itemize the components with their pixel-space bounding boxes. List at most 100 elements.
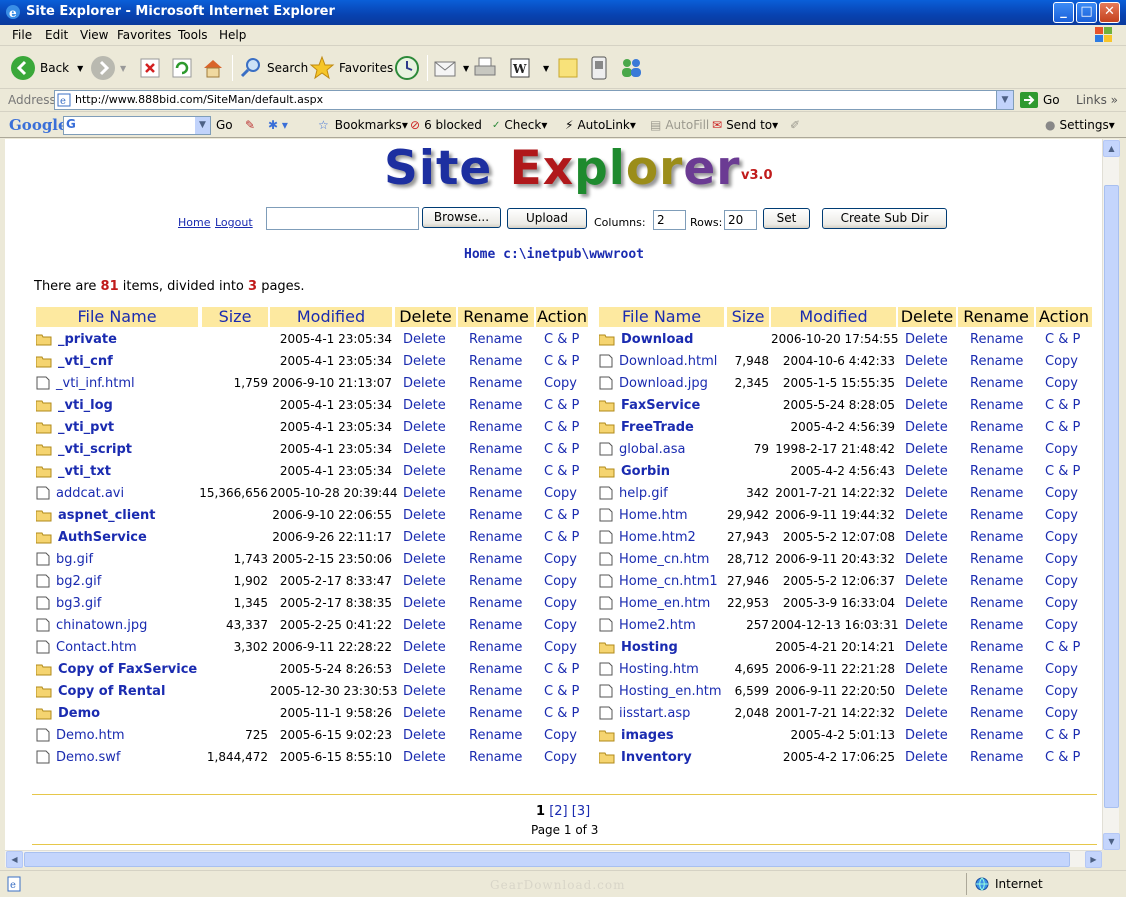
google-go-button[interactable]: Go <box>216 118 233 132</box>
folder-link[interactable]: Copy of Rental <box>35 684 165 702</box>
copy-link[interactable]: Copy <box>544 486 577 501</box>
file-link[interactable]: Contact.htm <box>36 640 137 658</box>
folder-link[interactable]: _vti_pvt <box>35 420 114 438</box>
copy-paste-link[interactable]: C & P <box>544 684 579 699</box>
delete-link[interactable]: Delete <box>403 596 446 611</box>
refresh-button[interactable] <box>170 54 194 82</box>
rename-link[interactable]: Rename <box>970 420 1023 435</box>
folder-link[interactable]: Inventory <box>598 750 692 768</box>
minimize-button[interactable]: _ <box>1053 2 1074 23</box>
copy-paste-link[interactable]: C & P <box>1045 420 1080 435</box>
copy-link[interactable]: Copy <box>544 552 577 567</box>
copy-paste-link[interactable]: C & P <box>544 332 579 347</box>
folder-link[interactable]: aspnet_client <box>35 508 156 526</box>
vertical-scroll-thumb[interactable] <box>1104 185 1119 808</box>
copy-link[interactable]: Copy <box>1045 706 1078 721</box>
chevron-down-icon[interactable]: ▼ <box>77 64 83 73</box>
rename-link[interactable]: Rename <box>970 618 1023 633</box>
copy-link[interactable]: Copy <box>1045 486 1078 501</box>
copy-paste-link[interactable]: C & P <box>544 420 579 435</box>
delete-link[interactable]: Delete <box>905 618 948 633</box>
scroll-down-arrow-icon[interactable]: ▼ <box>1103 833 1120 850</box>
copy-link[interactable]: Copy <box>544 750 577 765</box>
rows-input[interactable]: 20 <box>724 210 757 230</box>
delete-link[interactable]: Delete <box>905 530 948 545</box>
delete-link[interactable]: Delete <box>905 684 948 699</box>
rename-link[interactable]: Rename <box>469 706 522 721</box>
rename-link[interactable]: Rename <box>970 398 1023 413</box>
copy-paste-link[interactable]: C & P <box>1045 398 1080 413</box>
delete-link[interactable]: Delete <box>905 332 948 347</box>
delete-link[interactable]: Delete <box>403 486 446 501</box>
copy-paste-link[interactable]: C & P <box>544 442 579 457</box>
delete-link[interactable]: Delete <box>403 618 446 633</box>
set-button[interactable]: Set <box>763 208 810 229</box>
file-link[interactable]: _vti_inf.html <box>36 376 135 394</box>
file-link[interactable]: Download.jpg <box>599 376 708 394</box>
page-link-3[interactable]: [3] <box>572 804 590 819</box>
copy-paste-link[interactable]: C & P <box>1045 464 1080 479</box>
file-link[interactable]: Home.htm <box>599 508 688 526</box>
copy-link[interactable]: Copy <box>1045 376 1078 391</box>
home-link[interactable]: Home <box>178 216 210 229</box>
scroll-right-arrow-icon[interactable]: ▶ <box>1085 851 1102 868</box>
delete-link[interactable]: Delete <box>905 750 948 765</box>
stop-button[interactable] <box>138 54 162 82</box>
rename-link[interactable]: Rename <box>970 354 1023 369</box>
delete-link[interactable]: Delete <box>403 706 446 721</box>
delete-link[interactable]: Delete <box>403 662 446 677</box>
copy-paste-link[interactable]: C & P <box>544 530 579 545</box>
rename-link[interactable]: Rename <box>469 464 522 479</box>
rename-link[interactable]: Rename <box>970 552 1023 567</box>
delete-link[interactable]: Delete <box>403 442 446 457</box>
delete-link[interactable]: Delete <box>905 662 948 677</box>
file-link[interactable]: addcat.avi <box>36 486 124 504</box>
copy-paste-link[interactable]: C & P <box>544 398 579 413</box>
history-button[interactable] <box>394 54 420 82</box>
file-link[interactable]: Hosting.htm <box>599 662 699 680</box>
rename-link[interactable]: Rename <box>469 486 522 501</box>
header-size[interactable]: Size <box>202 307 268 327</box>
chevron-down-icon[interactable]: ▼ <box>120 64 126 73</box>
file-link[interactable]: Hosting_en.htm <box>599 684 722 702</box>
send-to-button[interactable]: ✉ Send to ▾ <box>712 118 778 132</box>
folder-link[interactable]: _vti_script <box>35 442 132 460</box>
folder-link[interactable]: FreeTrade <box>598 420 694 438</box>
copy-paste-link[interactable]: C & P <box>1045 728 1080 743</box>
delete-link[interactable]: Delete <box>905 442 948 457</box>
create-sub-dir-button[interactable]: Create Sub Dir <box>822 208 947 229</box>
search-button[interactable]: Search <box>239 54 308 82</box>
folder-link[interactable]: Hosting <box>598 640 678 658</box>
header-modified[interactable]: Modified <box>270 307 392 327</box>
delete-link[interactable]: Delete <box>403 728 446 743</box>
copy-link[interactable]: Copy <box>1045 662 1078 677</box>
rename-link[interactable]: Rename <box>970 596 1023 611</box>
rename-link[interactable]: Rename <box>469 376 522 391</box>
highlight-icon[interactable]: ✐ <box>790 118 800 132</box>
file-link[interactable]: Home_cn.htm1 <box>599 574 718 592</box>
menu-favorites[interactable]: Favorites <box>117 28 171 42</box>
upload-file-input[interactable] <box>266 207 419 230</box>
header-modified[interactable]: Modified <box>771 307 896 327</box>
folder-link[interactable]: Demo <box>35 706 100 724</box>
header-size[interactable]: Size <box>727 307 769 327</box>
horizontal-scrollbar[interactable]: ◀ ▶ <box>5 850 1102 868</box>
logout-link[interactable]: Logout <box>215 216 253 229</box>
rename-link[interactable]: Rename <box>469 332 522 347</box>
rename-link[interactable]: Rename <box>469 596 522 611</box>
folder-link[interactable]: AuthService <box>35 530 147 548</box>
copy-link[interactable]: Copy <box>1045 684 1078 699</box>
rename-link[interactable]: Rename <box>970 332 1023 347</box>
file-link[interactable]: Home_en.htm <box>599 596 710 614</box>
rename-link[interactable]: Rename <box>469 662 522 677</box>
menu-file[interactable]: File <box>12 28 32 42</box>
delete-link[interactable]: Delete <box>403 508 446 523</box>
folder-link[interactable]: images <box>598 728 674 746</box>
rename-link[interactable]: Rename <box>469 530 522 545</box>
upload-button[interactable]: Upload <box>507 208 587 229</box>
go-button[interactable]: Go <box>1020 92 1060 108</box>
copy-link[interactable]: Copy <box>544 618 577 633</box>
rename-link[interactable]: Rename <box>970 728 1023 743</box>
rename-link[interactable]: Rename <box>970 684 1023 699</box>
chevron-down-icon[interactable]: ▼ <box>543 64 549 73</box>
